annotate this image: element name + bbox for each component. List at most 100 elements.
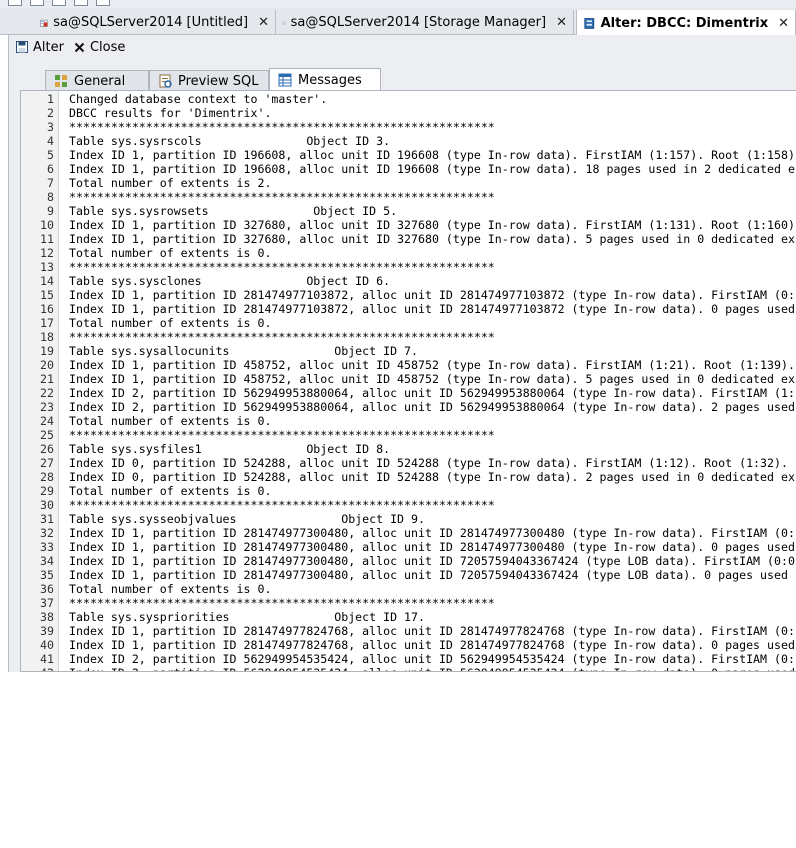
tab-general[interactable]: General [45,70,149,91]
close-label: Close [89,39,126,55]
message-line: 22 Index ID 2, partition ID 5629499538800… [21,386,796,400]
line-number: 20 [40,358,54,372]
line-number: 9 [47,204,54,218]
line-number: 18 [40,330,54,344]
line-number: 39 [40,624,54,638]
message-line: 21 Index ID 1, partition ID 458752, alloc… [21,372,796,386]
message-text: Total number of extents is 0. [69,582,272,596]
line-number: 28 [40,470,54,484]
message-line: 10 Index ID 1, partition ID 327680, alloc… [21,218,796,232]
message-line: 17 Total number of extents is 0. [21,316,796,330]
line-number: 29 [40,484,54,498]
line-number: 17 [40,316,54,330]
close-icon[interactable]: ✕ [258,15,269,30]
message-text: Index ID 0, partition ID 524288, alloc u… [69,456,788,470]
line-number: 4 [47,134,54,148]
tab-alter-dbcc[interactable]: Alter: DBCC: Dimentrix ✕ [576,10,796,36]
message-line: 32 Index ID 1, partition ID 2814749773004… [21,526,796,540]
message-line: 34 Index ID 1, partition ID 2814749773004… [21,554,796,568]
message-line: 41 Index ID 2, partition ID 5629499545354… [21,652,796,666]
message-line: 15 Index ID 1, partition ID 2814749771038… [21,288,796,302]
message-text: ****************************************… [69,260,495,274]
message-line: 33 Index ID 1, partition ID 2814749773004… [21,540,796,554]
message-line: 18 **************************************… [21,330,796,344]
message-text: ****************************************… [69,120,495,134]
toolbar-icon[interactable] [74,0,88,6]
message-text: Total number of extents is 0. [69,246,272,260]
messages-output[interactable]: 1 Changed database context to 'master'. 2 D… [20,90,796,672]
line-number: 21 [40,372,54,386]
panel-toolbar: Alter Close [9,35,135,59]
message-text: Index ID 1, partition ID 281474977103872… [69,288,795,302]
tab-preview-sql[interactable]: Preview SQL [149,70,269,91]
line-number: 15 [40,288,54,302]
line-number: 14 [40,274,54,288]
line-number: 26 [40,442,54,456]
line-number: 10 [40,218,54,232]
message-text: Index ID 1, partition ID 281474977300480… [69,540,795,554]
message-text: Index ID 1, partition ID 281474977300480… [69,568,788,582]
message-line: 8 ***************************************… [21,190,796,204]
line-number: 25 [40,428,54,442]
tab-label: Alter: DBCC: Dimentrix [600,15,769,31]
line-number: 41 [40,652,54,666]
inner-tab-bar: General Preview SQL Messages [9,68,796,91]
message-text: DBCC results for 'Dimentrix'. [69,106,272,120]
line-number: 33 [40,540,54,554]
document-icon [282,20,286,25]
message-text: Index ID 1, partition ID 281474977300480… [69,554,795,568]
line-number: 23 [40,400,54,414]
message-line: 7 Total number of extents is 2. [21,176,796,190]
line-number: 2 [47,106,54,120]
message-line: 27 Index ID 0, partition ID 524288, alloc… [21,456,796,470]
line-number: 13 [40,260,54,274]
line-number: 30 [40,498,54,512]
close-icon[interactable]: ✕ [556,15,567,30]
line-number: 34 [40,554,54,568]
message-text: Index ID 2, partition ID 562949953880064… [69,386,795,400]
toolbar-icon[interactable] [96,0,110,6]
message-line: 24 Total number of extents is 0. [21,414,796,428]
message-text: Index ID 2, partition ID 562949954535424… [69,652,795,666]
message-line: 14 Table sys.sysclones Object ID 6. [21,274,796,288]
tab-untitled[interactable]: sa@SQLServer2014 [Untitled] ✕ [34,10,276,35]
message-text: Changed database context to 'master'. [69,92,328,106]
message-text: Total number of extents is 0. [69,414,272,428]
message-line: 35 Index ID 1, partition ID 2814749773004… [21,568,796,582]
close-icon[interactable]: ✕ [778,16,789,31]
message-text: ****************************************… [69,596,495,610]
alter-button[interactable]: Alter [16,40,64,55]
line-number: 1 [47,92,54,106]
message-line: 1 Changed database context to 'master'. [21,92,796,106]
tab-storage-manager[interactable]: sa@SQLServer2014 [Storage Manager] ✕ [276,10,574,35]
empty-area [0,672,796,848]
line-number: 11 [40,232,54,246]
message-line: 4 Table sys.sysrscols Object ID 3. [21,134,796,148]
tab-label: Preview SQL [178,73,259,89]
line-number: 19 [40,344,54,358]
alter-dbcc-panel: Alter Close General Preview SQL Messages… [8,35,796,672]
close-button[interactable]: Close [74,40,125,55]
message-text: Index ID 1, partition ID 458752, alloc u… [69,358,795,372]
alter-label: Alter [33,39,64,55]
message-text: ****************************************… [69,428,495,442]
message-text: Table sys.sysseobjvalues Object ID 9. [69,512,425,526]
toolbar-icon[interactable] [8,0,22,6]
message-text: Index ID 1, partition ID 196608, alloc u… [69,148,795,162]
toolbar-icon[interactable] [52,0,66,6]
message-line: 29 Total number of extents is 0. [21,484,796,498]
message-line: 39 Index ID 1, partition ID 2814749778247… [21,624,796,638]
line-number: 32 [40,526,54,540]
message-line: 36 Total number of extents is 0. [21,582,796,596]
save-icon [16,41,28,53]
message-text: Table sys.syspriorities Object ID 17. [69,610,425,624]
message-line: 25 **************************************… [21,428,796,442]
message-text: Table sys.sysallocunits Object ID 7. [69,344,419,358]
message-line: 9 Table sys.sysrowsets Object ID 5. [21,204,796,218]
top-toolbar-strip [0,0,796,8]
tab-messages[interactable]: Messages [269,68,381,91]
message-text: Index ID 1, partition ID 327680, alloc u… [69,232,795,246]
toolbar-icon[interactable] [30,0,44,6]
message-line: 12 Total number of extents is 0. [21,246,796,260]
line-number: 35 [40,568,54,582]
